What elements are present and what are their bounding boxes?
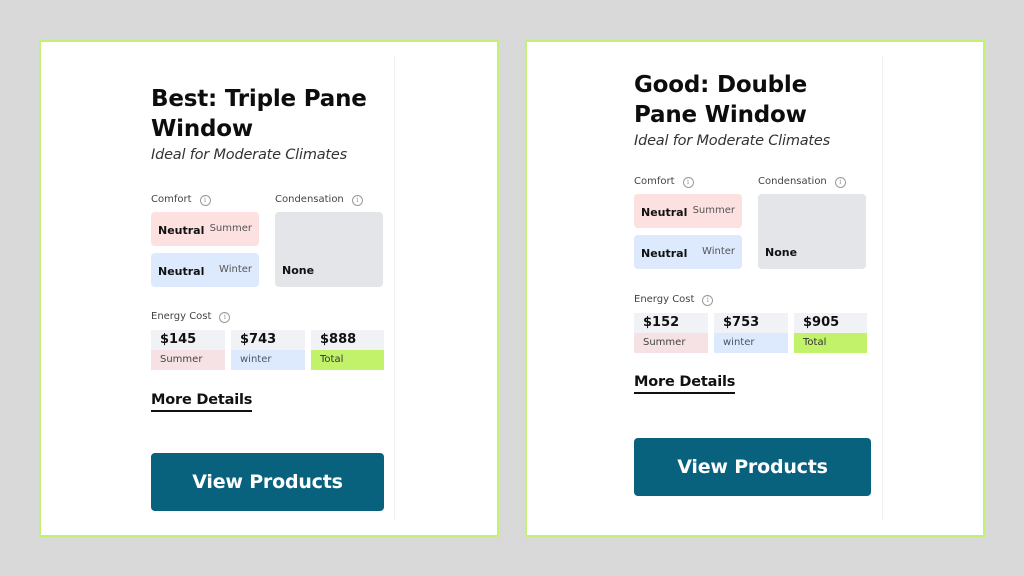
view-products-button[interactable]: View Products — [634, 438, 871, 496]
energy-total-tag: Total — [311, 350, 384, 370]
condensation-label-text: Condensation — [758, 176, 827, 187]
comfort-winter: Neutral Winter — [151, 253, 259, 287]
info-icon[interactable]: i — [199, 194, 211, 206]
comfort-label: Comfort i — [634, 175, 742, 189]
energy-total: $888 Total — [311, 330, 384, 370]
more-details-link[interactable]: More Details — [634, 374, 735, 394]
comfort-winter-value: Neutral — [641, 247, 688, 260]
energy-total-amount: $888 — [311, 330, 384, 350]
energy-cost-label-text: Energy Cost — [634, 294, 695, 305]
condensation-box: None — [275, 212, 383, 287]
condensation-section: Condensation i None — [275, 193, 383, 287]
metrics-section: Comfort i Neutral Summer Neutral Winter … — [634, 175, 867, 269]
energy-winter: $743 winter — [231, 330, 305, 370]
energy-summer: $152 Summer — [634, 313, 708, 353]
card-divider — [882, 56, 883, 521]
energy-cost-row: $145 Summer $743 winter $888 Total — [151, 330, 384, 370]
comfort-summer-value: Neutral — [158, 224, 205, 237]
comfort-winter-value: Neutral — [158, 265, 205, 278]
condensation-value: None — [282, 264, 315, 277]
comfort-summer: Neutral Summer — [151, 212, 259, 246]
comfort-label: Comfort i — [151, 193, 259, 207]
info-icon[interactable]: i — [682, 176, 694, 188]
energy-cost-row: $152 Summer $753 winter $905 Total — [634, 313, 867, 353]
comfort-summer-season: Summer — [692, 204, 735, 216]
energy-winter-amount: $753 — [714, 313, 788, 333]
energy-cost-label-text: Energy Cost — [151, 311, 212, 322]
card-subtitle: Ideal for Moderate Climates — [151, 147, 347, 163]
info-icon[interactable]: i — [834, 176, 846, 188]
card-title: Best: Triple Pane Window — [151, 86, 367, 142]
card-divider — [394, 56, 395, 521]
comfort-label-text: Comfort — [151, 194, 192, 205]
energy-total: $905 Total — [794, 313, 867, 353]
comfort-label-text: Comfort — [634, 176, 675, 187]
energy-winter-tag: winter — [231, 350, 305, 370]
product-card-double-pane: Good: Double Pane Window Ideal for Moder… — [525, 40, 985, 537]
condensation-label: Condensation i — [758, 175, 866, 189]
card-subtitle: Ideal for Moderate Climates — [634, 133, 830, 149]
energy-cost-label: Energy Cost i — [151, 310, 384, 324]
card-content: Good: Double Pane Window Ideal for Moder… — [634, 70, 867, 394]
energy-winter: $753 winter — [714, 313, 788, 353]
comfort-summer-value: Neutral — [641, 206, 688, 219]
info-icon[interactable]: i — [702, 294, 714, 306]
comfort-summer: Neutral Summer — [634, 194, 742, 228]
info-icon[interactable]: i — [351, 194, 363, 206]
comfort-section: Comfort i Neutral Summer Neutral Winter — [634, 175, 742, 269]
condensation-section: Condensation i None — [758, 175, 866, 269]
metrics-section: Comfort i Neutral Summer Neutral Winter … — [151, 193, 384, 287]
energy-summer-tag: Summer — [634, 333, 708, 353]
product-card-triple-pane: Best: Triple Pane Window Ideal for Moder… — [39, 40, 499, 537]
card-title: Good: Double Pane Window — [634, 72, 807, 128]
comfort-winter-season: Winter — [219, 263, 252, 275]
more-details-link[interactable]: More Details — [151, 392, 252, 412]
energy-cost-section: Energy Cost i $152 Summer $753 winter $9… — [634, 293, 867, 353]
card-content: Best: Triple Pane Window Ideal for Moder… — [151, 84, 384, 412]
energy-summer-tag: Summer — [151, 350, 225, 370]
energy-total-tag: Total — [794, 333, 867, 353]
energy-summer-amount: $145 — [151, 330, 225, 350]
condensation-label: Condensation i — [275, 193, 383, 207]
comfort-winter-season: Winter — [702, 245, 735, 257]
condensation-label-text: Condensation — [275, 194, 344, 205]
energy-summer-amount: $152 — [634, 313, 708, 333]
condensation-value: None — [765, 246, 798, 259]
energy-winter-tag: winter — [714, 333, 788, 353]
view-products-button[interactable]: View Products — [151, 453, 384, 511]
energy-cost-section: Energy Cost i $145 Summer $743 winter $8… — [151, 310, 384, 370]
comfort-winter: Neutral Winter — [634, 235, 742, 269]
energy-cost-label: Energy Cost i — [634, 293, 867, 307]
energy-total-amount: $905 — [794, 313, 867, 333]
energy-winter-amount: $743 — [231, 330, 305, 350]
comfort-summer-season: Summer — [209, 222, 252, 234]
energy-summer: $145 Summer — [151, 330, 225, 370]
info-icon[interactable]: i — [219, 311, 231, 323]
comfort-section: Comfort i Neutral Summer Neutral Winter — [151, 193, 259, 287]
condensation-box: None — [758, 194, 866, 269]
